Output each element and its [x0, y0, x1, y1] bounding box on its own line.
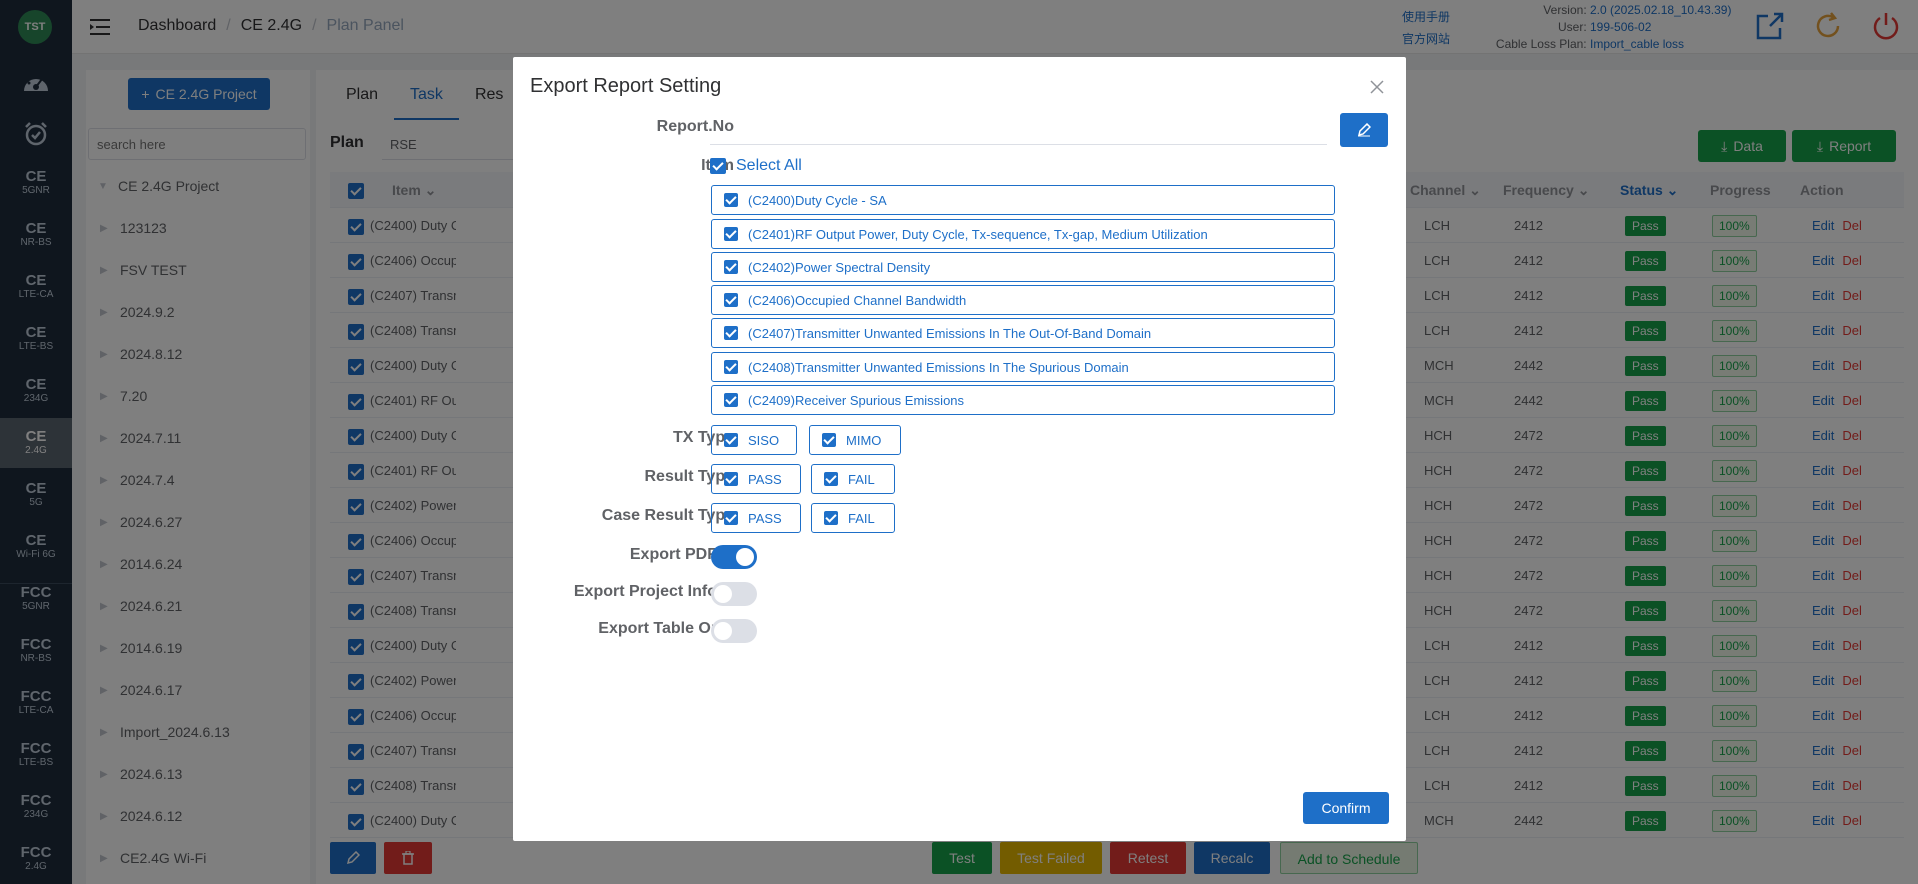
report-item-label: (C2407)Transmitter Unwanted Emissions In…	[748, 325, 1152, 341]
export-pdf-switch[interactable]	[711, 545, 757, 569]
report-item-checkbox[interactable]: (C2402)Power Spectral Density	[711, 252, 1335, 282]
checkbox-checked-icon	[724, 293, 738, 307]
export-table-only-switch[interactable]	[711, 619, 757, 643]
tx-type-siso-checkbox[interactable]: SISO	[711, 425, 797, 455]
result-type-pass-checkbox[interactable]: PASS	[711, 464, 801, 494]
select-all-checkbox[interactable]: Select All	[710, 157, 802, 175]
pencil-icon	[1357, 123, 1371, 137]
checkbox-checked-icon	[822, 433, 836, 447]
checkbox-checked-icon	[724, 511, 738, 525]
report-item-checkbox[interactable]: (C2406)Occupied Channel Bandwidth	[711, 285, 1335, 315]
checkbox-checked-icon	[724, 260, 738, 274]
report-item-label: (C2401)RF Output Power, Duty Cycle, Tx-s…	[748, 226, 1208, 242]
pass-label: PASS	[748, 471, 782, 487]
pass-label: PASS	[748, 510, 782, 526]
report-item-checkbox[interactable]: (C2400)Duty Cycle - SA	[711, 185, 1335, 215]
siso-label: SISO	[748, 432, 780, 448]
fail-label: FAIL	[848, 471, 875, 487]
result-type-fail-checkbox[interactable]: FAIL	[811, 464, 895, 494]
checkbox-checked-icon	[724, 326, 738, 340]
checkbox-checked-icon	[724, 393, 738, 407]
report-item-label: (C2402)Power Spectral Density	[748, 259, 931, 275]
confirm-button[interactable]: Confirm	[1303, 792, 1389, 824]
report-item-label: (C2406)Occupied Channel Bandwidth	[748, 292, 967, 308]
dialog-title: Export Report Setting	[530, 75, 722, 97]
mimo-label: MIMO	[846, 432, 882, 448]
report-item-checkbox[interactable]: (C2408)Transmitter Unwanted Emissions In…	[711, 352, 1335, 382]
select-all-label: Select All	[736, 157, 802, 174]
export-project-info-switch[interactable]	[711, 582, 757, 606]
close-icon[interactable]	[1369, 79, 1385, 95]
case-result-pass-checkbox[interactable]: PASS	[711, 503, 801, 533]
checkbox-checked-icon	[724, 433, 738, 447]
export-report-dialog: Export Report Setting Report.No Item Sel…	[513, 57, 1406, 841]
report-item-checkbox[interactable]: (C2401)RF Output Power, Duty Cycle, Tx-s…	[711, 219, 1335, 249]
checkbox-checked-icon	[710, 158, 726, 174]
report-item-checkbox[interactable]: (C2407)Transmitter Unwanted Emissions In…	[711, 318, 1335, 348]
report-no-input[interactable]	[710, 113, 1327, 145]
checkbox-checked-icon	[724, 472, 738, 486]
report-item-label: (C2408)Transmitter Unwanted Emissions In…	[748, 359, 1129, 375]
checkbox-checked-icon	[824, 472, 838, 486]
case-result-fail-checkbox[interactable]: FAIL	[811, 503, 895, 533]
report-item-label: (C2400)Duty Cycle - SA	[748, 192, 887, 208]
report-item-checkbox[interactable]: (C2409)Receiver Spurious Emissions	[711, 385, 1335, 415]
report-no-edit-button[interactable]	[1340, 113, 1388, 147]
checkbox-checked-icon	[724, 227, 738, 241]
report-item-label: (C2409)Receiver Spurious Emissions	[748, 392, 965, 408]
checkbox-checked-icon	[724, 360, 738, 374]
tx-type-mimo-checkbox[interactable]: MIMO	[809, 425, 901, 455]
checkbox-checked-icon	[824, 511, 838, 525]
checkbox-checked-icon	[724, 193, 738, 207]
export-project-info-label: Export Project Info?	[574, 583, 734, 601]
fail-label: FAIL	[848, 510, 875, 526]
